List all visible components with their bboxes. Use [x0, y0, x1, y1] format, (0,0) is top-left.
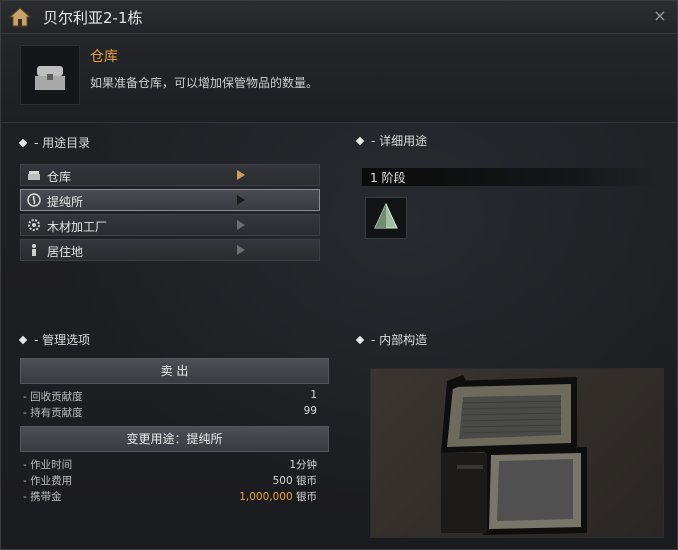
arrow-right-icon — [237, 220, 245, 230]
work-time-row: - 作业时间 1分钟 — [23, 457, 323, 471]
interior-floorplan — [370, 368, 664, 538]
chest-icon — [28, 171, 40, 180]
usage-item-label: 木材加工厂 — [47, 220, 108, 234]
carried-money-row: - 携带金 1,000,000 银币 — [23, 489, 323, 503]
usage-section-label: - 用途目录 — [34, 136, 91, 150]
building-thumbnail — [20, 45, 80, 105]
money-unit: 银币 — [292, 491, 317, 503]
refinery-icon — [27, 193, 41, 207]
kv-value: 500 银币 — [272, 475, 317, 487]
kv-label: - 携带金 — [23, 491, 62, 503]
money-amount: 1,000,000 — [239, 491, 293, 503]
kv-value: 1分钟 — [289, 459, 317, 471]
work-cost-row: - 作业费用 500 银币 — [23, 473, 323, 487]
diamond-bullet-icon — [355, 335, 365, 345]
gear-icon — [28, 219, 40, 231]
building-usage-title: 仓库 — [90, 49, 118, 65]
kv-value: 1,000,000 银币 — [239, 489, 317, 504]
held-contribution-row: - 持有贡献度 99 — [23, 405, 323, 419]
stage-label: 1 阶段 — [370, 171, 406, 185]
diamond-bullet-icon — [355, 136, 365, 146]
usage-item-label: 仓库 — [47, 170, 72, 184]
arrow-right-icon — [237, 170, 245, 180]
change-usage-button[interactable]: 变更用途：提纯所 — [20, 426, 329, 452]
interior-section-header: - 内部构造 — [355, 331, 428, 348]
building-info-header: 仓库 如果准备仓库，可以增加保管物品的数量。 — [1, 34, 677, 123]
arrow-right-icon — [237, 245, 245, 255]
usage-item-warehouse[interactable]: 仓库 — [20, 164, 320, 186]
person-icon — [32, 244, 36, 256]
prism-icon — [374, 202, 398, 229]
floorplan-image — [441, 375, 587, 535]
detail-section-label: - 详细用途 — [371, 134, 428, 148]
kv-value: 99 — [303, 405, 317, 417]
kv-label: - 回收贡献度 — [23, 391, 83, 403]
usage-item-refinery[interactable]: 提纯所 — [20, 189, 320, 211]
kv-label: - 作业时间 — [23, 459, 73, 471]
usage-item-lumber-mill[interactable]: 木材加工厂 — [20, 214, 320, 236]
usage-section-header: - 用途目录 — [18, 134, 91, 151]
stage-item-slot[interactable] — [365, 197, 407, 239]
kv-label: - 持有贡献度 — [23, 407, 83, 419]
home-icon — [9, 7, 31, 27]
management-section-label: - 管理选项 — [34, 333, 91, 347]
sell-button[interactable]: 卖 出 — [20, 358, 329, 384]
title-bar[interactable]: 贝尔利亚2-1栋 × — [1, 1, 677, 34]
diamond-bullet-icon — [18, 335, 28, 345]
kv-value: 1 — [310, 389, 317, 401]
diamond-bullet-icon — [18, 138, 28, 148]
chest-icon — [35, 66, 65, 90]
window-title: 贝尔利亚2-1栋 — [43, 9, 143, 27]
usage-item-label: 居住地 — [47, 245, 84, 259]
building-usage-description: 如果准备仓库，可以增加保管物品的数量。 — [90, 76, 319, 90]
kv-label: - 作业费用 — [23, 475, 73, 487]
close-icon[interactable]: × — [651, 7, 669, 25]
recovery-contribution-row: - 回收贡献度 1 — [23, 389, 323, 403]
arrow-right-icon — [237, 195, 245, 205]
house-management-window: 贝尔利亚2-1栋 × 仓库 如果准备仓库，可以增加保管物品的数量。 - 用途目录… — [0, 0, 678, 550]
usage-item-residence[interactable]: 居住地 — [20, 239, 320, 261]
stage-bar: 1 阶段 — [362, 168, 662, 186]
detail-section-header: - 详细用途 — [355, 132, 428, 149]
management-section-header: - 管理选项 — [18, 331, 91, 348]
interior-section-label: - 内部构造 — [371, 333, 428, 347]
usage-item-label: 提纯所 — [47, 195, 84, 209]
